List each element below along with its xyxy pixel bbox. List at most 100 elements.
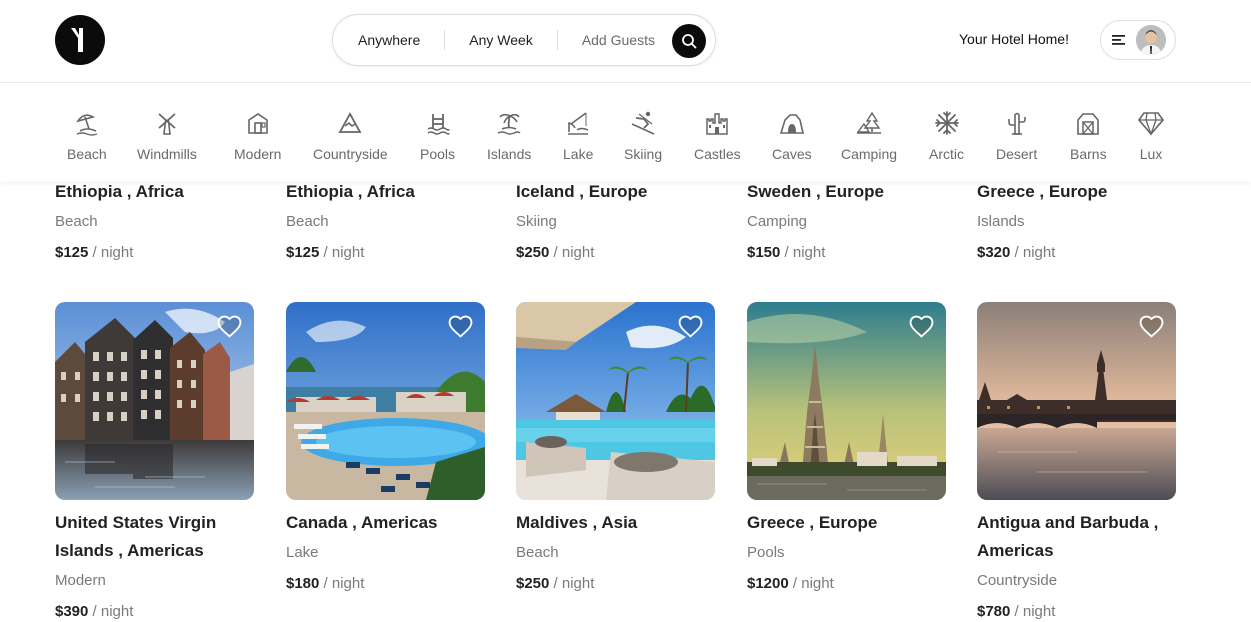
category-label: Modern [234, 146, 282, 162]
top-header: Anywhere Any Week Add Guests Your Hotel … [0, 0, 1251, 83]
category-caves[interactable]: Caves [772, 110, 812, 162]
price-amount: $1200 [747, 575, 789, 592]
snowflake-icon [934, 111, 959, 135]
category-label: Barns [1070, 146, 1107, 162]
listing-card[interactable]: Ethiopia , Africa Beach $125 / night [55, 178, 254, 263]
cactus-icon [1007, 112, 1026, 135]
price-suffix: / night [792, 575, 834, 592]
listing-type: Modern [55, 572, 106, 589]
listing-card[interactable]: Ethiopia , Africa Beach $125 / night [286, 178, 485, 263]
listing-type: Pools [747, 544, 785, 561]
listing-photo[interactable] [977, 302, 1176, 500]
listing-photo[interactable] [55, 302, 254, 500]
search-button[interactable] [672, 24, 706, 58]
price-amount: $125 [286, 244, 320, 261]
camping-icon [856, 111, 882, 134]
listing-type: Beach [516, 544, 559, 561]
brand-logo-icon[interactable] [55, 15, 105, 65]
category-skiing[interactable]: Skiing [624, 110, 662, 162]
listing-card[interactable]: Canada , Americas Lake $180 / night [286, 302, 485, 594]
category-modern[interactable]: Modern [234, 110, 281, 162]
category-desert[interactable]: Desert [996, 110, 1037, 162]
heart-icon[interactable] [909, 315, 934, 338]
price-suffix: / night [323, 575, 365, 592]
category-label: Islands [487, 146, 532, 162]
mountain-icon [338, 112, 362, 133]
listing-card[interactable]: United States Virgin Islands , Americas … [55, 302, 254, 622]
listing-type: Islands [977, 213, 1025, 230]
category-label: Countryside [313, 146, 388, 162]
listing-location: Greece , Europe [977, 182, 1108, 201]
search-guests[interactable]: Add Guests [558, 32, 655, 48]
listing-card[interactable]: Greece , Europe Islands $320 / night [977, 178, 1176, 263]
modern-house-icon [247, 113, 268, 134]
price-suffix: / night [1014, 244, 1056, 261]
island-icon [497, 113, 521, 135]
price-suffix: / night [92, 603, 134, 620]
listing-photo[interactable] [286, 302, 485, 500]
category-label: Camping [841, 146, 898, 162]
cave-icon [779, 114, 804, 134]
search-bar[interactable]: Anywhere Any Week Add Guests [332, 14, 716, 66]
price-amount: $250 [516, 575, 550, 592]
category-islands[interactable]: Islands [487, 110, 531, 162]
listing-location: Maldives , Asia [516, 513, 638, 532]
search-where[interactable]: Anywhere [333, 32, 420, 48]
price-amount: $125 [55, 244, 89, 261]
price-suffix: / night [323, 244, 365, 261]
heart-icon[interactable] [678, 315, 703, 338]
price-suffix: / night [92, 244, 134, 261]
category-windmills[interactable]: Windmills [137, 110, 197, 162]
category-countryside[interactable]: Countryside [313, 110, 388, 162]
listing-type: Beach [286, 213, 329, 230]
listing-photo[interactable] [747, 302, 946, 500]
listing-card[interactable]: Sweden , Europe Camping $150 / night [747, 178, 946, 263]
category-lux[interactable]: Lux [1138, 110, 1164, 162]
price-amount: $780 [977, 603, 1011, 620]
category-beach[interactable]: Beach [67, 110, 107, 162]
listing-location: Antigua and Barbuda , Americas [977, 513, 1159, 560]
search-when[interactable]: Any Week [445, 32, 533, 48]
listing-card[interactable]: Iceland , Europe Skiing $250 / night [516, 178, 715, 263]
listing-price: $150 / night [747, 243, 946, 263]
listing-location: United States Virgin Islands , Americas [55, 513, 217, 560]
listing-price: $1200 / night [747, 574, 946, 594]
listing-card[interactable]: Antigua and Barbuda , Americas Countrysi… [977, 302, 1176, 622]
listing-price: $390 / night [55, 602, 254, 622]
category-pools[interactable]: Pools [420, 110, 455, 162]
listing-card[interactable]: Maldives , Asia Beach $250 / night [516, 302, 715, 594]
listing-type: Beach [55, 213, 98, 230]
listing-type: Lake [286, 544, 319, 561]
listing-card[interactable]: Greece , Europe Pools $1200 / night [747, 302, 946, 594]
beach-icon [76, 114, 98, 136]
heart-icon[interactable] [217, 315, 242, 338]
listing-type: Camping [747, 213, 808, 230]
price-suffix: / night [553, 575, 595, 592]
pool-icon [427, 114, 450, 135]
price-amount: $150 [747, 244, 781, 261]
listing-photo[interactable] [516, 302, 715, 500]
user-menu-button[interactable] [1100, 20, 1176, 60]
avatar[interactable] [1136, 25, 1166, 55]
lake-icon [568, 112, 589, 135]
windmill-icon [158, 113, 176, 135]
diamond-icon [1138, 112, 1164, 136]
listing-price: $125 / night [286, 243, 485, 263]
category-label: Lux [1139, 146, 1163, 162]
price-amount: $320 [977, 244, 1011, 261]
category-camping[interactable]: Camping [841, 110, 897, 162]
category-lake[interactable]: Lake [563, 110, 593, 162]
category-castles[interactable]: Castles [694, 110, 741, 162]
listing-location: Iceland , Europe [516, 182, 648, 201]
listing-location: Ethiopia , Africa [286, 182, 415, 201]
category-arctic[interactable]: Arctic [929, 110, 964, 162]
listing-type: Countryside [977, 572, 1058, 589]
host-link[interactable]: Your Hotel Home! [959, 31, 1069, 47]
heart-icon[interactable] [1139, 315, 1164, 338]
category-barns[interactable]: Barns [1070, 110, 1107, 162]
listing-price: $125 / night [55, 243, 254, 263]
heart-icon[interactable] [448, 315, 473, 338]
listing-location: Sweden , Europe [747, 182, 884, 201]
price-suffix: / night [784, 244, 826, 261]
category-label: Castles [694, 146, 741, 162]
